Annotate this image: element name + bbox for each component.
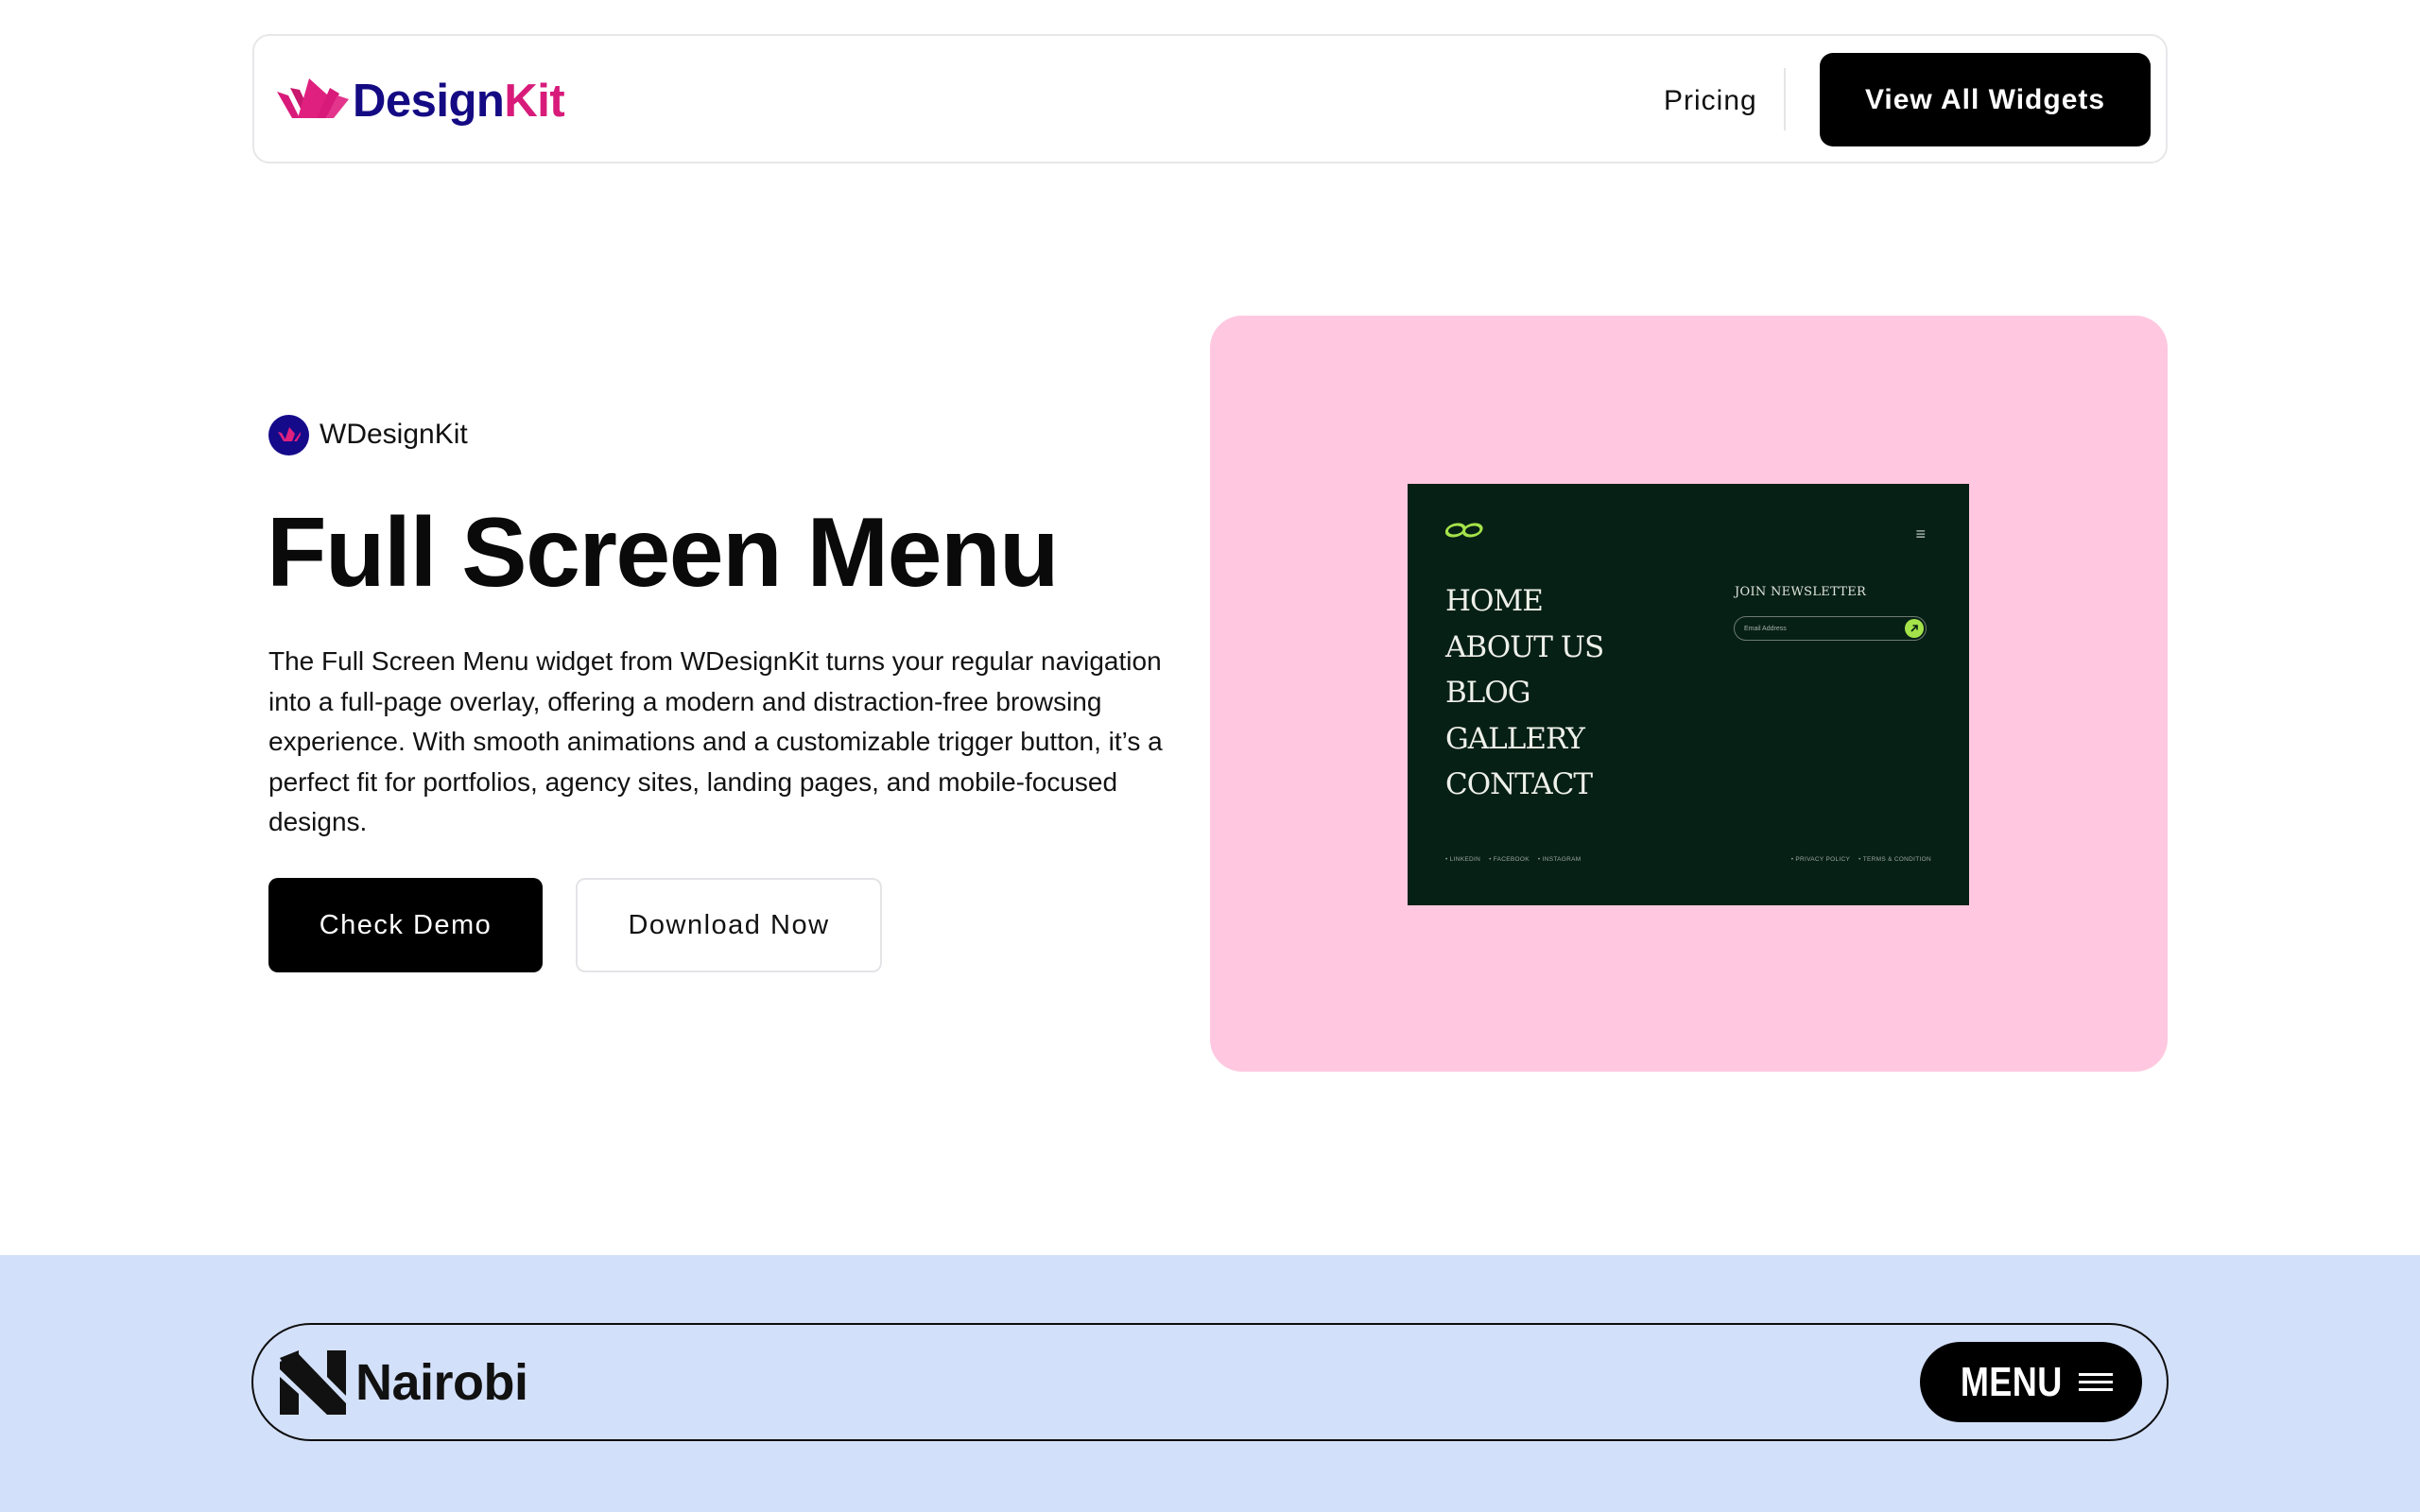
download-now-button[interactable]: Download Now	[576, 878, 882, 972]
menu-toggle-button[interactable]: MENU	[1920, 1342, 2142, 1422]
newsletter-title: JOIN NEWSLETTER	[1735, 585, 1867, 599]
nav-divider	[1784, 68, 1786, 130]
check-demo-button[interactable]: Check Demo	[268, 878, 543, 972]
nairobi-logo[interactable]: Nairobi	[278, 1349, 528, 1417]
wdesignkit-badge: WDesignKit	[268, 414, 468, 455]
preview-menu-list: HOME ABOUT US BLOG GALLERY CONTACT	[1445, 578, 1604, 808]
widget-preview-card: ≡ HOME ABOUT US BLOG GALLERY CONTACT JOI…	[1210, 316, 2168, 1072]
infinity-logo-icon	[1445, 523, 1483, 538]
hamburger-icon	[2079, 1373, 2114, 1391]
designkit-logo[interactable]: DesignKit	[275, 74, 565, 129]
wdesignkit-logo-icon	[268, 414, 309, 455]
menu-button-label: MENU	[1960, 1358, 2063, 1405]
page-title: Full Screen Menu	[267, 498, 1060, 608]
legal-link-privacy[interactable]: • PRIVACY POLICY	[1791, 856, 1850, 863]
social-link-linkedin[interactable]: • LINKEDIN	[1445, 856, 1480, 863]
nairobi-header-bar: Nairobi MENU	[251, 1323, 2169, 1441]
demo-section: Nairobi MENU	[0, 1255, 2420, 1512]
preview-social-links: • LINKEDIN • FACEBOOK • INSTAGRAM	[1445, 856, 1581, 863]
hero-description: The Full Screen Menu widget from WDesign…	[268, 646, 1163, 836]
preview-menu-item-contact[interactable]: CONTACT	[1445, 762, 1603, 808]
preview-menu-item-home[interactable]: HOME	[1445, 578, 1603, 625]
view-all-widgets-button[interactable]: View All Widgets	[1820, 53, 2151, 146]
preview-menu-item-gallery[interactable]: GALLERY	[1445, 716, 1603, 763]
newsletter-email-field[interactable]: Email Address	[1734, 616, 1927, 641]
legal-link-terms[interactable]: • TERMS & CONDITION	[1858, 856, 1931, 863]
badge-label: WDesignKit	[320, 419, 468, 450]
social-link-instagram[interactable]: • INSTAGRAM	[1538, 856, 1582, 863]
hamburger-icon[interactable]: ≡	[1915, 525, 1926, 542]
nairobi-n-icon	[280, 1350, 346, 1415]
nairobi-wordmark: Nairobi	[355, 1354, 528, 1411]
nav-link-pricing[interactable]: Pricing	[1664, 79, 1757, 123]
top-navbar: DesignKit Pricing View All Widgets	[252, 34, 2168, 163]
full-screen-menu-preview: ≡ HOME ABOUT US BLOG GALLERY CONTACT JOI…	[1408, 484, 1969, 905]
designkit-crown-icon	[277, 78, 349, 118]
social-link-facebook[interactable]: • FACEBOOK	[1489, 856, 1530, 863]
preview-menu-item-about[interactable]: ABOUT US	[1445, 625, 1604, 671]
preview-menu-item-blog[interactable]: BLOG	[1445, 670, 1603, 716]
newsletter-placeholder: Email Address	[1744, 625, 1787, 632]
newsletter-submit-arrow-icon[interactable]	[1905, 619, 1924, 638]
preview-legal-links: • PRIVACY POLICY • TERMS & CONDITION	[1791, 856, 1931, 863]
brand-wordmark: DesignKit	[353, 75, 565, 127]
